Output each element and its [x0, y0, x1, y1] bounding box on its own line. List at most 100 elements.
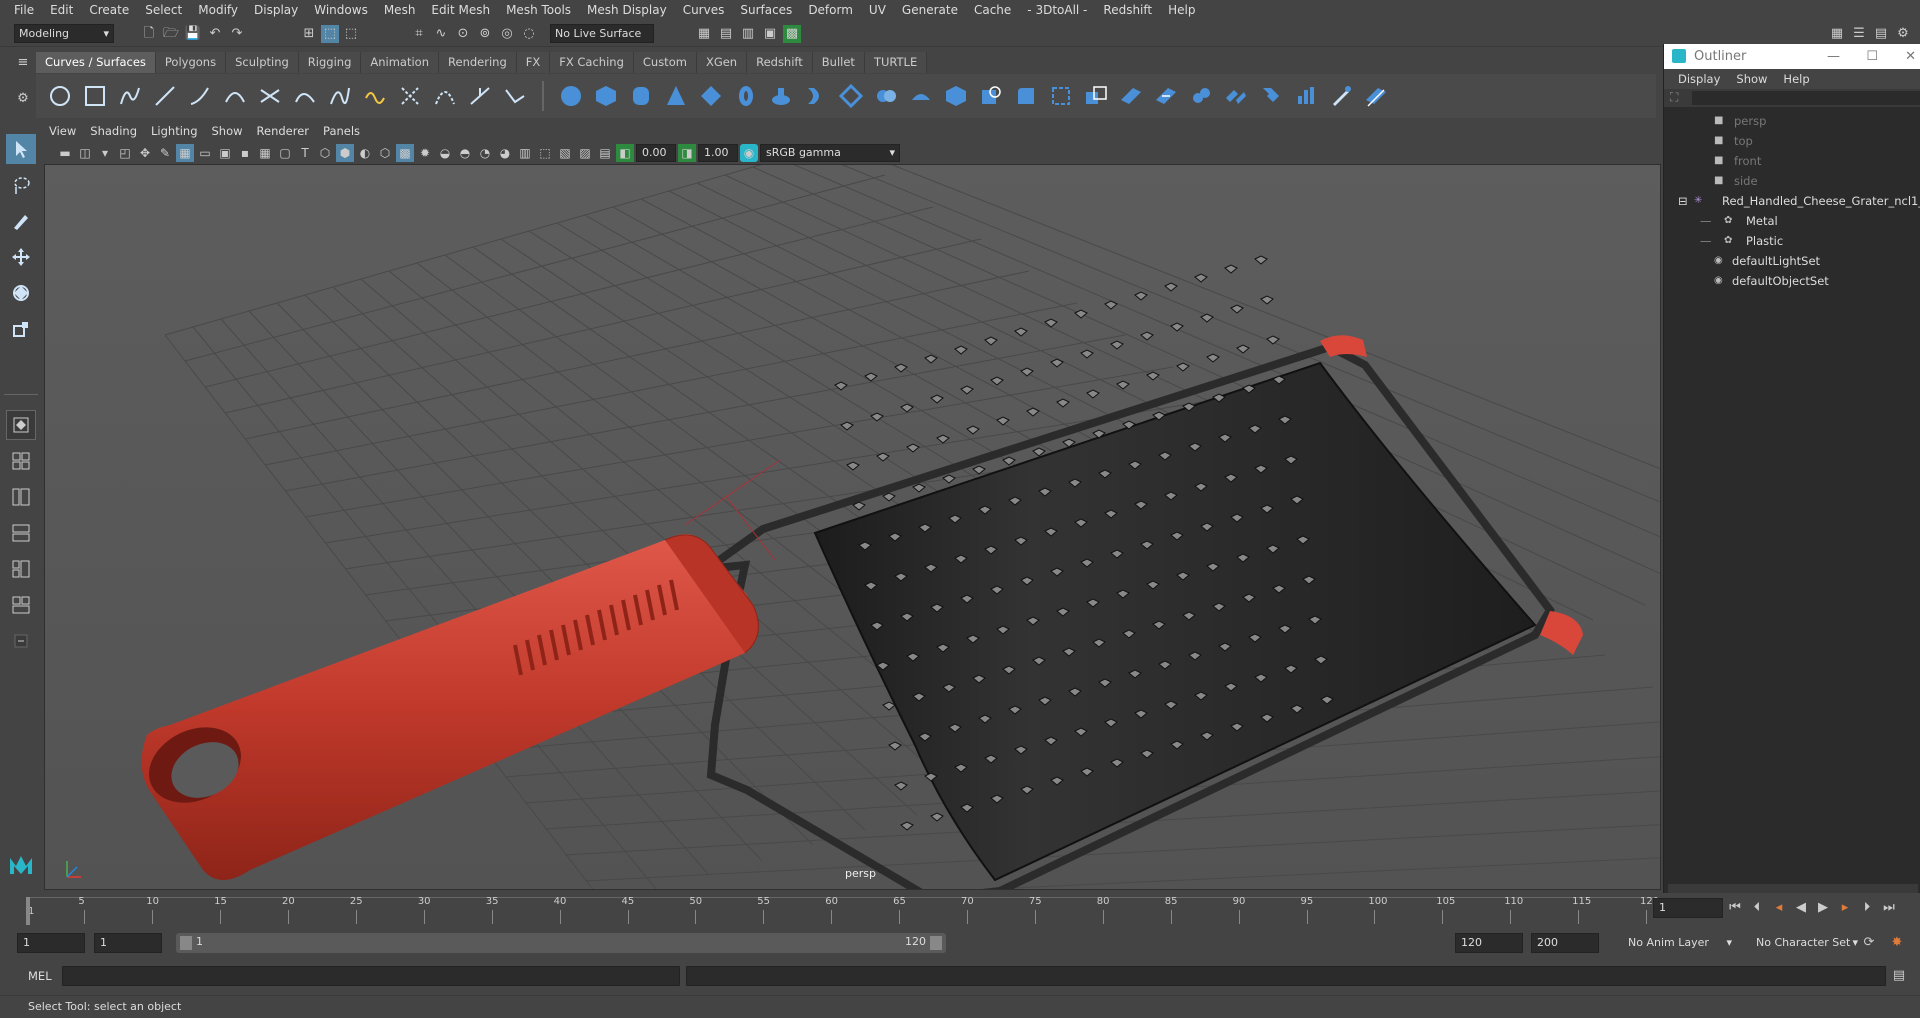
nurbs-sphere-icon[interactable] [557, 82, 585, 110]
shelf-menu-icon[interactable]: ≡ [14, 54, 32, 72]
shelf-tab-rendering[interactable]: Rendering [439, 52, 517, 73]
playback-start-field[interactable]: 1 [94, 933, 162, 953]
nurbs-torus-icon[interactable] [732, 82, 760, 110]
step-forward-key-icon[interactable]: ⏵ [1858, 899, 1876, 917]
undo-icon[interactable]: ↶ [206, 25, 224, 43]
intersect-icon[interactable] [1082, 82, 1110, 110]
live-surface-field[interactable]: No Live Surface [550, 24, 654, 43]
bookmark-icon[interactable]: ▾ [96, 144, 114, 162]
channel-box-icon[interactable]: ▤ [1872, 25, 1890, 43]
go-to-end-icon[interactable]: ⏭ [1880, 899, 1898, 917]
image-plane-icon[interactable]: ◰ [116, 144, 134, 162]
menu-surfaces[interactable]: Surfaces [732, 0, 800, 21]
use-all-lights-icon[interactable]: ✹ [416, 144, 434, 162]
bevel-plus-icon[interactable] [1047, 82, 1075, 110]
shelf-tab-fx[interactable]: FX [516, 52, 551, 73]
select-hierarchy-icon[interactable]: ⊞ [300, 25, 318, 43]
redo-icon[interactable]: ↷ [228, 25, 246, 43]
resolution-gate-icon[interactable]: ▣ [216, 144, 234, 162]
panel-menu-lighting[interactable]: Lighting [144, 124, 204, 138]
snap-point-icon[interactable]: ⊙ [454, 25, 472, 43]
menu-curves[interactable]: Curves [675, 0, 733, 21]
menu-generate[interactable]: Generate [894, 0, 966, 21]
outliner-item-defaultobjectset[interactable]: ◉ defaultObjectSet [1664, 271, 1920, 291]
outliner-item-metal[interactable]: — ✿ Metal [1664, 211, 1920, 231]
snap-vertex-icon[interactable]: ◌ [520, 25, 538, 43]
menu-create[interactable]: Create [81, 0, 137, 21]
loft-icon[interactable] [802, 82, 830, 110]
outliner-menu-help[interactable]: Help [1775, 72, 1817, 86]
grease-pencil-icon[interactable]: ✎ [156, 144, 174, 162]
rotate-tool-icon[interactable] [6, 278, 36, 308]
panel-menu-renderer[interactable]: Renderer [250, 124, 317, 138]
single-perspective-view-icon[interactable] [6, 410, 36, 440]
camera-attributes-icon[interactable]: ◫ [76, 144, 94, 162]
panel-menu-panels[interactable]: Panels [316, 124, 367, 138]
shelf-tab-polygons[interactable]: Polygons [155, 52, 227, 73]
revolve-icon[interactable] [767, 82, 795, 110]
close-icon[interactable]: ✕ [1905, 44, 1916, 69]
open-scene-icon[interactable]: 🗁 [162, 25, 180, 43]
menu-3dtoall[interactable]: - 3DtoAll - [1019, 0, 1095, 21]
hypershade-icon[interactable]: ▩ [783, 25, 801, 43]
shelf-tab-turtle[interactable]: TURTLE [864, 52, 928, 73]
select-tool-icon[interactable] [6, 134, 36, 164]
outliner-item-side[interactable]: ■ side [1664, 171, 1920, 191]
hypershade-layout-icon[interactable] [6, 554, 36, 584]
nurbs-circle-icon[interactable] [46, 82, 74, 110]
ipr-render-icon[interactable]: ▥ [739, 25, 757, 43]
textured-icon[interactable]: ▩ [396, 143, 414, 162]
nurbs-cone-icon[interactable] [662, 82, 690, 110]
lasso-tool-icon[interactable] [6, 170, 36, 200]
paint-select-icon[interactable] [6, 206, 36, 236]
menu-edit-mesh[interactable]: Edit Mesh [423, 0, 498, 21]
step-forward-frame-icon[interactable]: ▸ [1836, 899, 1854, 917]
menu-redshift[interactable]: Redshift [1095, 0, 1160, 21]
persp-outliner-layout-icon[interactable] [6, 482, 36, 512]
current-frame-field[interactable]: 1 [1653, 898, 1723, 918]
scene-end-field[interactable]: 200 [1531, 933, 1599, 953]
snap-curve-icon[interactable]: ∿ [432, 25, 450, 43]
outliner-item-red-handled-cheese-grater-ncl1-1[interactable]: ⊟ ✳ Red_Handled_Cheese_Grater_ncl1_1 [1664, 191, 1920, 211]
boundary-icon[interactable] [942, 82, 970, 110]
untrim-icon[interactable] [1187, 82, 1215, 110]
save-scene-icon[interactable]: 💾 [184, 25, 202, 43]
detach-curves-icon[interactable] [291, 82, 319, 110]
safe-action-icon[interactable]: ▢ [276, 144, 294, 162]
gamma-icon[interactable]: ◨ [678, 143, 696, 162]
two-d-pan-zoom-icon[interactable]: ✥ [136, 144, 154, 162]
anim-preferences-icon[interactable]: ✸ [1888, 934, 1906, 952]
extend-curve-icon[interactable] [361, 82, 389, 110]
smooth-shade-icon[interactable]: ⬢ [336, 143, 354, 162]
depth-of-field-icon[interactable]: ▥ [516, 144, 534, 162]
xray-icon[interactable]: ▧ [556, 144, 574, 162]
menu-display[interactable]: Display [246, 0, 306, 21]
outliner-item-front[interactable]: ■ front [1664, 151, 1920, 171]
render-frame-icon[interactable]: ▤ [717, 25, 735, 43]
shelf-settings-icon[interactable]: ⚙ [14, 90, 32, 108]
outliner-menu-display[interactable]: Display [1670, 72, 1728, 86]
menu-set-dropdown[interactable]: Modeling ▾ [14, 24, 114, 43]
add-points-icon[interactable] [466, 82, 494, 110]
screen-space-ao-icon[interactable]: ◓ [456, 144, 474, 162]
menu-mesh-tools[interactable]: Mesh Tools [498, 0, 579, 21]
menu-cache[interactable]: Cache [966, 0, 1019, 21]
panel-menu-shading[interactable]: Shading [83, 124, 144, 138]
current-time-marker[interactable] [26, 897, 30, 925]
exposure-icon[interactable]: ◧ [616, 143, 634, 162]
scale-tool-icon[interactable] [6, 314, 36, 344]
multisample-aa-icon[interactable]: ◕ [496, 144, 514, 162]
field-chart-icon[interactable]: ▦ [256, 144, 274, 162]
outliner-item-persp[interactable]: ■ persp [1664, 111, 1920, 131]
script-editor-icon[interactable]: ▤ [1890, 967, 1908, 985]
nurbs-cube-icon[interactable] [592, 82, 620, 110]
surface-editing-icon[interactable] [1362, 82, 1390, 110]
arc-tool-icon[interactable] [221, 82, 249, 110]
play-forwards-icon[interactable]: ▶ [1814, 899, 1832, 917]
film-gate-icon[interactable]: ▭ [196, 144, 214, 162]
collapse-toolbox-icon[interactable] [6, 626, 36, 656]
select-component-icon[interactable]: ⬚ [342, 25, 360, 43]
menu-help[interactable]: Help [1160, 0, 1203, 21]
gamma-field[interactable]: 1.00 [698, 143, 738, 162]
snap-grid-icon[interactable]: ⌗ [410, 25, 428, 43]
